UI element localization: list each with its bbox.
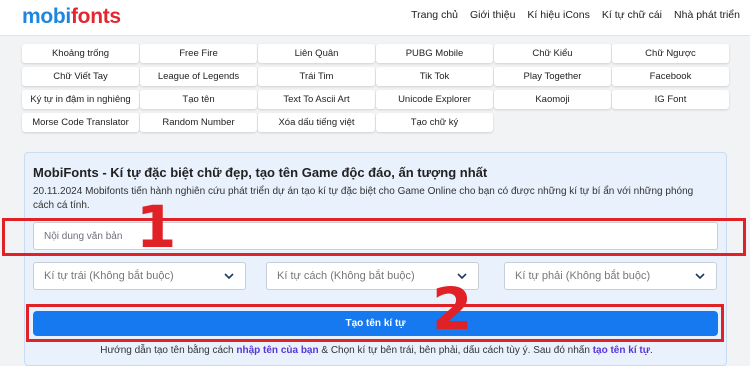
chip-morse-code-translator[interactable]: Morse Code Translator	[22, 113, 139, 132]
nav-link-letters[interactable]: Kí tự chữ cái	[602, 9, 662, 21]
chip-play-together[interactable]: Play Together	[494, 67, 611, 86]
chip-ig-font[interactable]: IG Font	[612, 90, 729, 109]
annotation-highlight-input	[2, 218, 746, 256]
chip-facebook[interactable]: Facebook	[612, 67, 729, 86]
chip-kaomoji[interactable]: Kaomoji	[494, 90, 611, 109]
right-char-select-value: Kí tự phải (Không bắt buộc)	[515, 270, 651, 282]
chip-unicode-explorer[interactable]: Unicode Explorer	[376, 90, 493, 109]
left-char-select[interactable]: Kí tự trái (Không bắt buộc)	[33, 262, 246, 290]
logo-text-fonts: fonts	[70, 5, 121, 28]
chip-in-dam-in-nghieng[interactable]: Ký tự in đậm in nghiêng	[22, 90, 139, 109]
nav-link-about[interactable]: Giới thiệu	[470, 9, 515, 21]
main-nav: Trang chủ Giới thiệu Kí hiệu iCons Kí tự…	[411, 9, 750, 21]
chip-text-to-ascii-art[interactable]: Text To Ascii Art	[258, 90, 375, 109]
hint-middle: & Chọn kí tự bên trái, bên phải, dấu các…	[318, 345, 593, 356]
site-header: mobifonts Trang chủ Giới thiệu Kí hiệu i…	[0, 0, 750, 36]
chip-tik-tok[interactable]: Tik Tok	[376, 67, 493, 86]
chip-xoa-dau-tieng-viet[interactable]: Xóa dấu tiếng việt	[258, 113, 375, 132]
hint-suffix: .	[649, 345, 653, 356]
annotation-highlight-button	[26, 304, 724, 342]
right-char-select[interactable]: Kí tự phải (Không bắt buộc)	[504, 262, 717, 290]
chip-tao-ten[interactable]: Tạo tên	[140, 90, 257, 109]
logo-text-mobi: mobi	[22, 5, 71, 28]
chip-league-of-legends[interactable]: League of Legends	[140, 67, 257, 86]
chip-chu-viet-tay[interactable]: Chữ Viết Tay	[22, 67, 139, 86]
panel-title: MobiFonts - Kí tự đặc biệt chữ đẹp, tạo …	[33, 165, 488, 180]
chip-lien-quan[interactable]: Liên Quân	[258, 44, 375, 63]
annotation-step-2: 2	[432, 275, 473, 343]
chip-random-number[interactable]: Random Number	[140, 113, 257, 132]
space-char-select-value: Kí tự cách (Không bắt buộc)	[277, 270, 415, 282]
chip-chu-nguoc[interactable]: Chữ Ngược	[612, 44, 729, 63]
annotation-step-1: 1	[136, 193, 177, 261]
hint-link-enter-name[interactable]: nhập tên của bạn	[236, 345, 318, 356]
nav-link-icons[interactable]: Kí hiệu iCons	[527, 9, 589, 21]
hint-link-generate[interactable]: tạo tên kí tự	[593, 345, 650, 356]
panel-description: 20.11.2024 Mobifonts tiến hành nghiên cứ…	[33, 186, 694, 211]
chip-pubg-mobile[interactable]: PUBG Mobile	[376, 44, 493, 63]
left-char-select-value: Kí tự trái (Không bắt buộc)	[44, 270, 174, 282]
chevron-down-icon	[695, 273, 705, 280]
nav-link-home[interactable]: Trang chủ	[411, 9, 458, 21]
nav-link-developer[interactable]: Nhà phát triển	[674, 9, 740, 21]
site-logo[interactable]: mobifonts	[22, 5, 121, 29]
usage-hint: Hướng dẫn tạo tên bằng cách nhập tên của…	[25, 345, 728, 356]
chip-trai-tim[interactable]: Trái Tim	[258, 67, 375, 86]
chip-tao-chu-ky[interactable]: Tạo chữ ký	[376, 113, 493, 132]
chip-khoang-trong[interactable]: Khoảng trống	[22, 44, 139, 63]
chip-chu-kieu[interactable]: Chữ Kiểu	[494, 44, 611, 63]
chip-free-fire[interactable]: Free Fire	[140, 44, 257, 63]
hint-prefix: Hướng dẫn tạo tên bằng cách	[100, 345, 237, 356]
chevron-down-icon	[224, 273, 234, 280]
